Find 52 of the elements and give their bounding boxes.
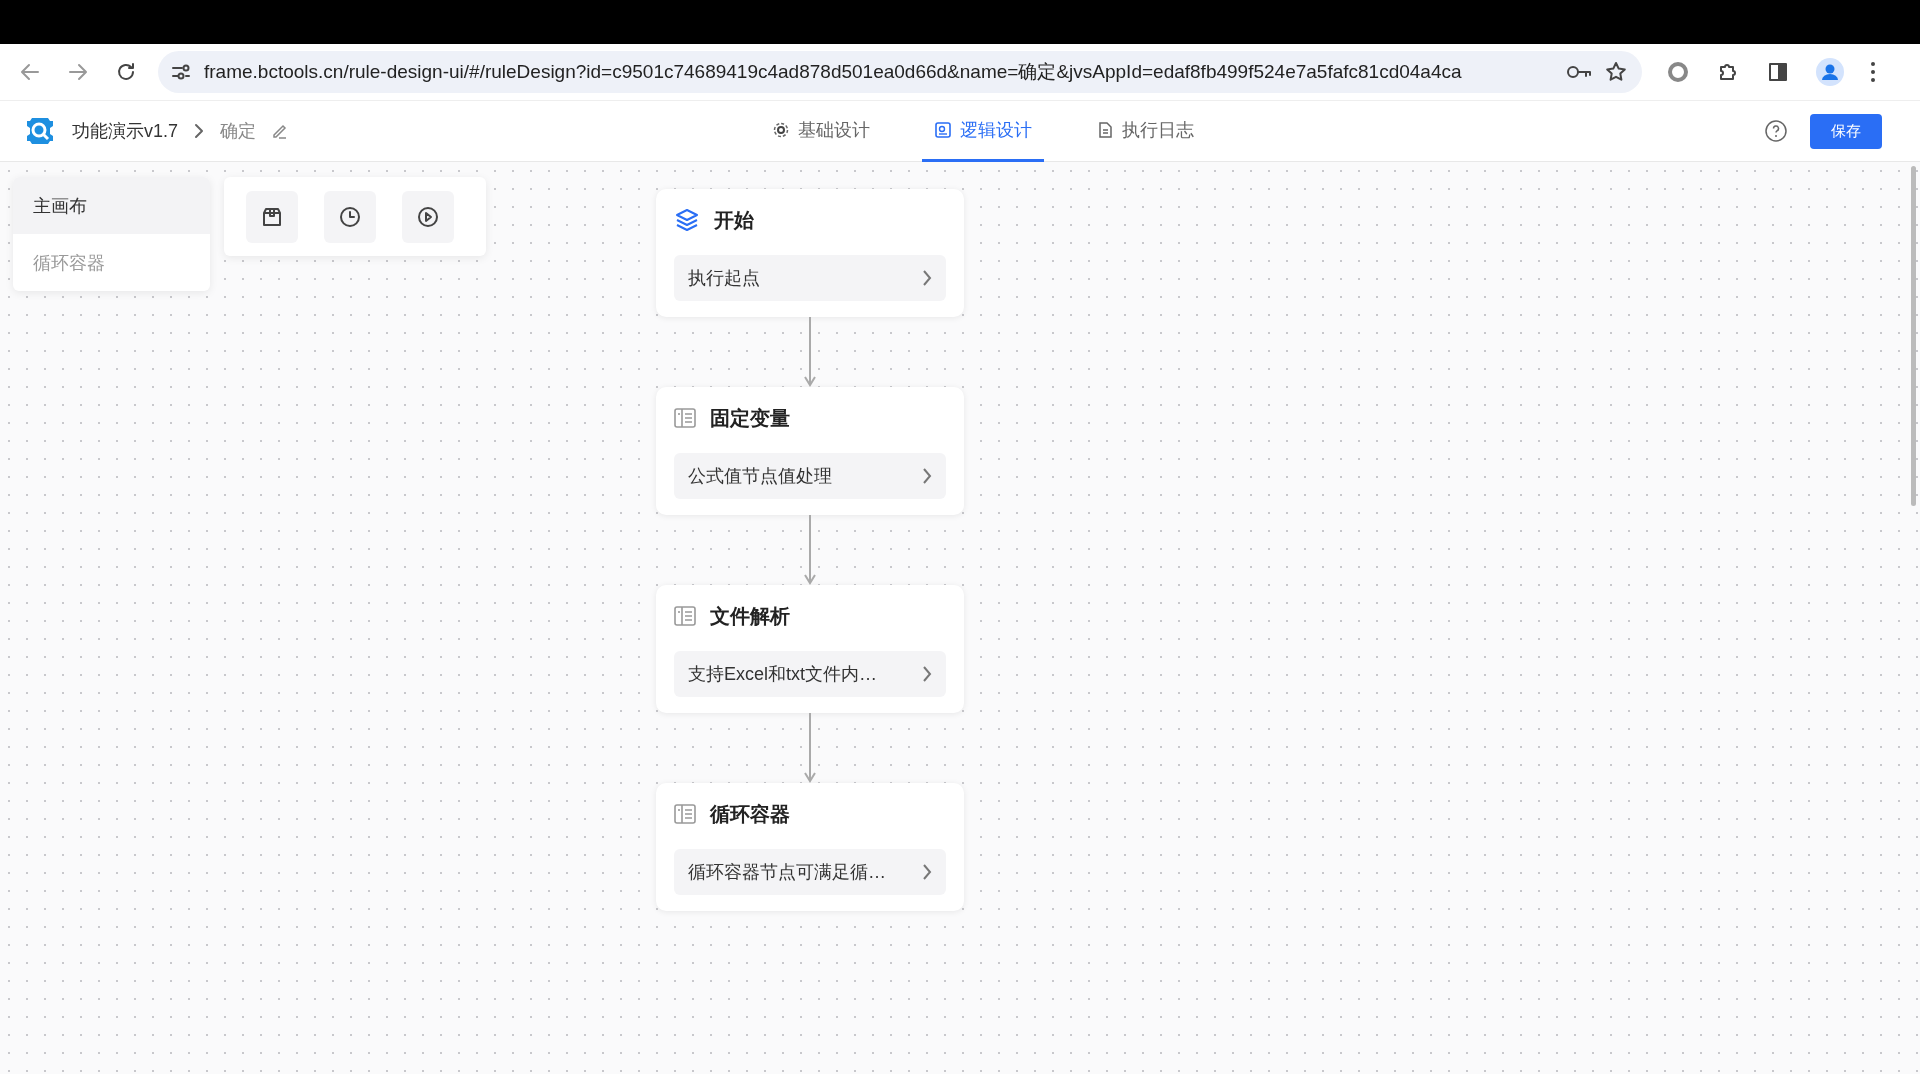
- canvas-menu-item[interactable]: 主画布: [13, 177, 210, 234]
- profile-avatar-icon[interactable]: [1816, 58, 1844, 86]
- app-title[interactable]: 功能演示v1.7: [72, 119, 179, 143]
- connector-arrow: [803, 515, 817, 585]
- chevron-right-icon[interactable]: [922, 863, 932, 881]
- node-title: 文件解析: [710, 603, 790, 629]
- save-button[interactable]: 保存: [1810, 113, 1882, 149]
- play-icon: [416, 204, 440, 229]
- node-detail-row[interactable]: 公式值节点值处理: [674, 453, 946, 499]
- panel-list-icon: [674, 803, 696, 825]
- flow-node[interactable]: 文件解析 支持Excel和txt文件内…: [656, 585, 964, 713]
- side-panel-icon[interactable]: [1766, 60, 1790, 84]
- tab[interactable]: 基础设计: [760, 101, 882, 162]
- help-icon[interactable]: [1764, 119, 1788, 143]
- flow-node[interactable]: 固定变量 公式值节点值处理: [656, 387, 964, 515]
- panel-list-icon: [674, 605, 696, 627]
- app-logo-icon: [24, 115, 56, 147]
- chevron-right-icon[interactable]: [922, 665, 932, 683]
- chevron-right-icon: [194, 123, 205, 139]
- node-title: 循环容器: [710, 801, 790, 827]
- clock-icon: [338, 204, 362, 229]
- node-detail-row[interactable]: 执行起点: [674, 255, 946, 301]
- panel-list-icon: [674, 407, 696, 429]
- extension-circle-icon[interactable]: [1666, 60, 1690, 84]
- connector-arrow: [803, 713, 817, 783]
- edit-icon[interactable]: [270, 122, 289, 140]
- tool-button[interactable]: [246, 190, 298, 243]
- tool-button[interactable]: [402, 190, 454, 243]
- node-detail-row[interactable]: 支持Excel和txt文件内…: [674, 651, 946, 697]
- star-icon[interactable]: [1604, 60, 1628, 84]
- connector-arrow: [803, 317, 817, 387]
- node-title: 固定变量: [710, 405, 790, 431]
- layers-icon: [674, 207, 700, 233]
- node-title: 开始: [714, 207, 754, 233]
- rule-name: 确定: [220, 120, 257, 143]
- panel-icon: [934, 121, 952, 139]
- document-icon: [1096, 121, 1114, 139]
- flow-node[interactable]: 开始 执行起点: [656, 189, 964, 317]
- chevron-right-icon[interactable]: [922, 467, 932, 485]
- node-description: 公式值节点值处理: [688, 465, 832, 488]
- node-detail-row[interactable]: 循环容器节点可满足循…: [674, 849, 946, 895]
- more-icon[interactable]: [1870, 61, 1876, 83]
- node-description: 循环容器节点可满足循…: [688, 861, 886, 884]
- gear-icon: [772, 121, 790, 139]
- node-description: 支持Excel和txt文件内…: [688, 663, 878, 686]
- address-bar[interactable]: frame.bctools.cn/rule-design-ui/#/ruleDesign?id=c9501c74689419c4ad878d501ea0d66d&name=确定&jvsAppId=edaf8fb499f524e7a5fafc81cd04a4ca: [158, 51, 1642, 93]
- node-description: 执行起点: [688, 267, 760, 290]
- flow-node[interactable]: 循环容器 循环容器节点可满足循…: [656, 783, 964, 911]
- tab[interactable]: 执行日志: [1084, 101, 1206, 162]
- scrollbar[interactable]: [1911, 166, 1916, 506]
- tool-button[interactable]: [324, 190, 376, 243]
- chevron-right-icon[interactable]: [922, 269, 932, 287]
